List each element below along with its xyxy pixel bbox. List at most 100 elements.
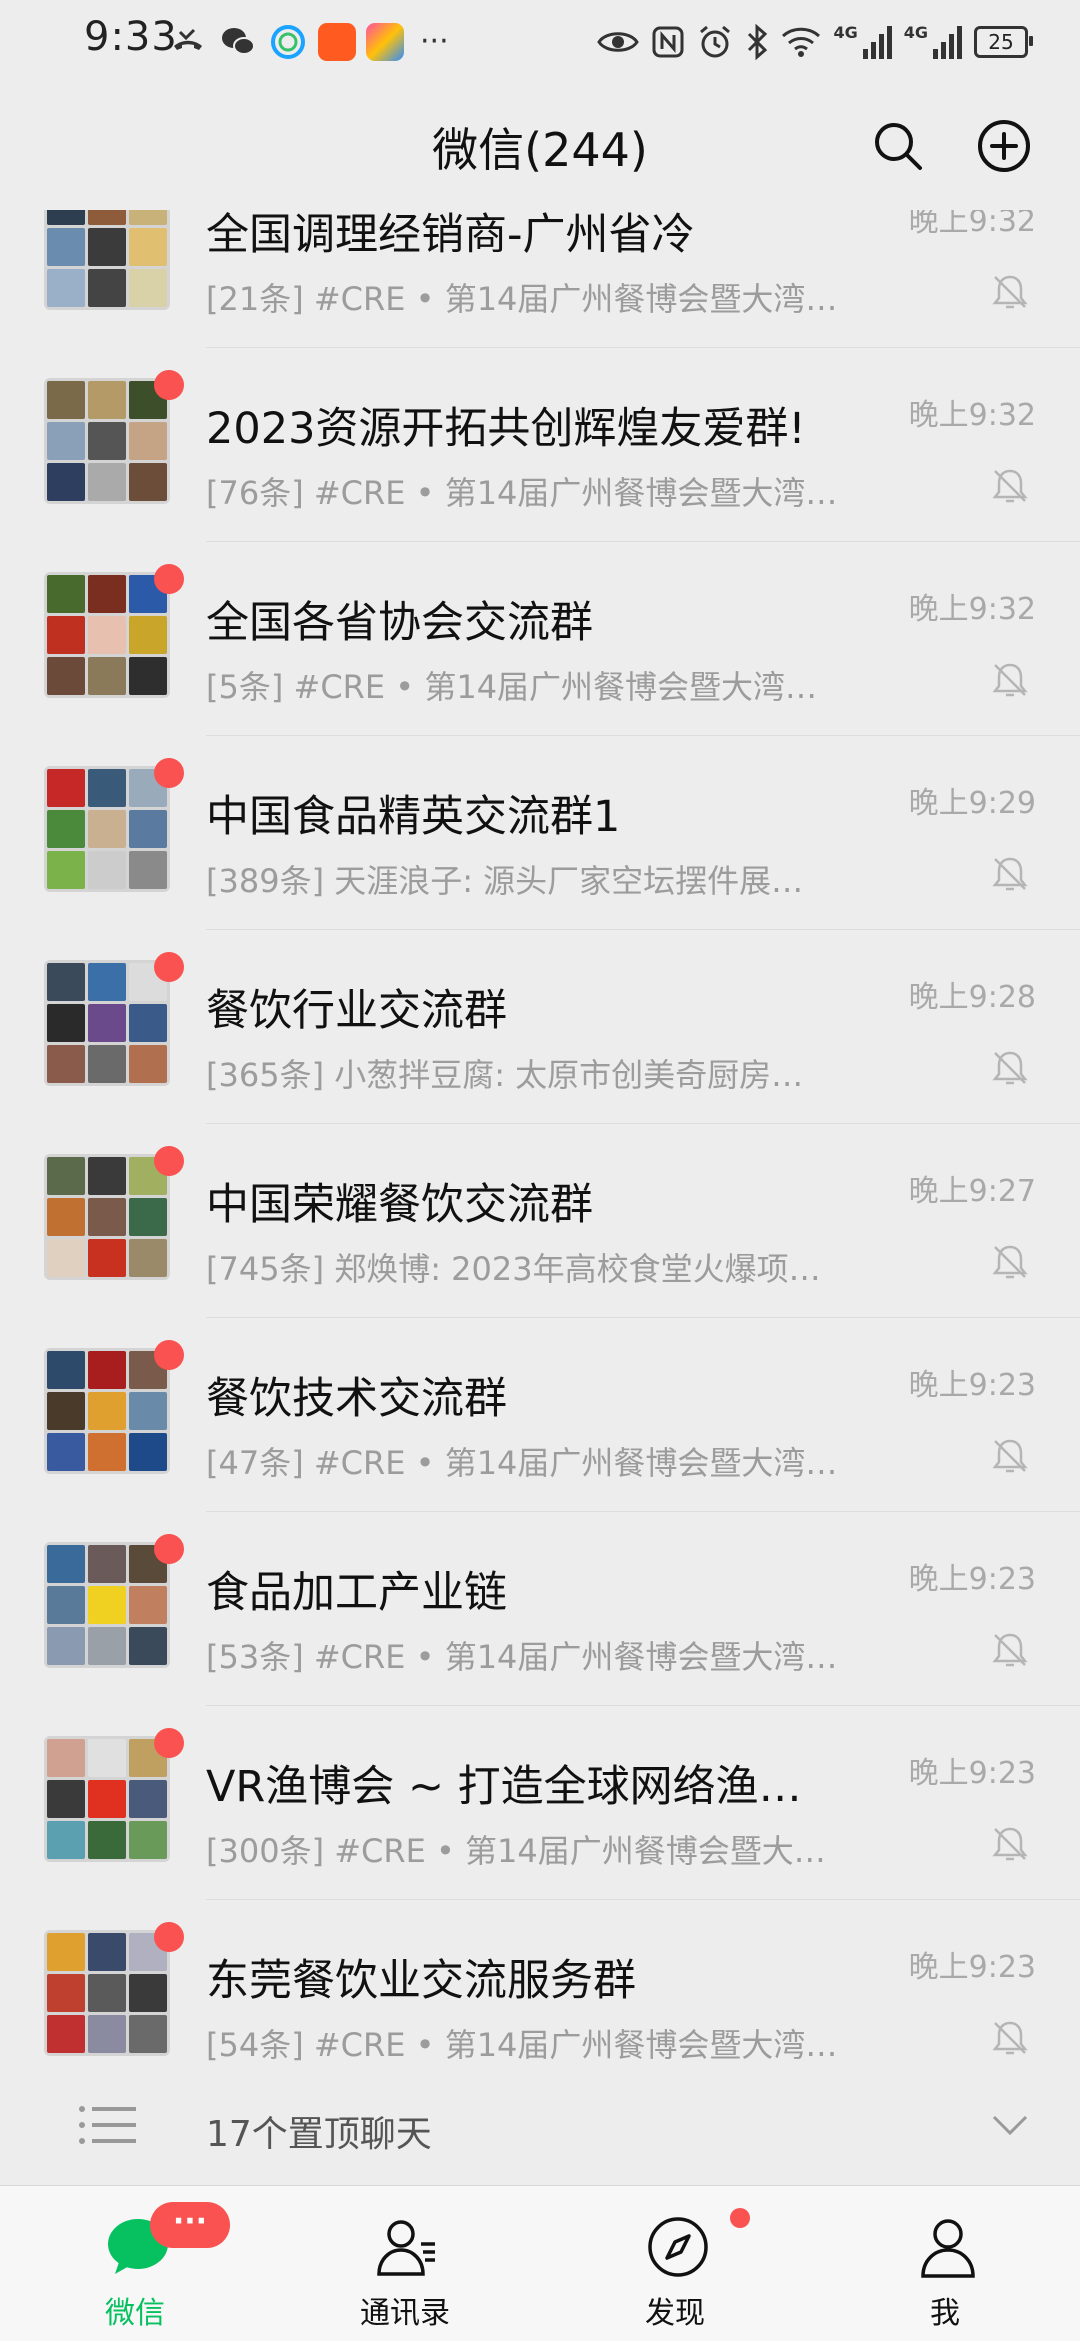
chat-preview: [389条] 天涯浪子: 源头厂家空坛摆件展… <box>206 862 804 900</box>
avatar-tile <box>88 1239 126 1277</box>
pinned-chats-bar[interactable]: 17个置顶聊天 <box>0 2065 1080 2185</box>
contacts-icon <box>377 2220 435 2276</box>
colorful-app-icon <box>366 23 404 61</box>
chat-time: 晚上9:23 <box>908 1368 1036 1403</box>
unread-dot <box>154 1922 184 1952</box>
avatar-tile <box>129 1004 167 1042</box>
avatar-tile <box>129 810 167 848</box>
compass-icon <box>648 2217 708 2277</box>
unread-dot <box>154 952 184 982</box>
mute-bell-icon <box>992 469 1028 503</box>
avatar-tile <box>88 1351 126 1389</box>
avatar-tile <box>47 210 85 225</box>
unread-dot <box>154 564 184 594</box>
more-notifications-icon: ··· <box>420 24 449 59</box>
avatar-tile <box>47 1433 85 1471</box>
chat-preview: [53条] #CRE • 第14届广州餐博会暨大湾… <box>206 1638 838 1676</box>
chat-row[interactable]: VR渔博会 ~ 打造全球网络渔… [300条] #CRE • 第14届广州餐博会暨… <box>0 1706 1080 1900</box>
status-left-icons: ··· <box>168 20 449 64</box>
group-avatar <box>44 1348 170 1474</box>
signal-icon-2 <box>933 26 962 59</box>
avatar-tile <box>47 269 85 307</box>
chat-preview: [5条] #CRE • 第14届广州餐博会暨大湾… <box>206 668 818 706</box>
avatar-tile <box>47 1780 85 1818</box>
mute-bell-icon <box>992 663 1028 697</box>
chat-preview: [365条] 小葱拌豆腐: 太原市创美奇厨房… <box>206 1056 804 1094</box>
group-avatar <box>44 766 170 892</box>
battery-level: 25 <box>988 30 1014 54</box>
group-avatar <box>44 1542 170 1668</box>
search-icon[interactable] <box>870 118 926 174</box>
avatar-tile <box>129 228 167 266</box>
chat-row[interactable]: 中国食品精英交流群1 [389条] 天涯浪子: 源头厂家空坛摆件展… 晚上9:29 <box>0 736 1080 930</box>
chat-row[interactable]: 中国荣耀餐饮交流群 [745条] 郑焕博: 2023年高校食堂火爆项… 晚上9:27 <box>0 1124 1080 1318</box>
tab-me[interactable]: 我 <box>810 2186 1080 2341</box>
group-avatar <box>44 1930 170 2056</box>
avatar-tile <box>88 1045 126 1083</box>
tab-contacts[interactable]: 通讯录 <box>270 2186 540 2341</box>
avatar-tile <box>47 1627 85 1665</box>
chat-time: 晚上9:28 <box>908 980 1036 1015</box>
chat-row[interactable]: 全国调理经销商-广州省冷 [21条] #CRE • 第14届广州餐博会暨大湾… 晚上… <box>0 210 1080 348</box>
wifi-icon <box>782 27 821 57</box>
mute-bell-icon <box>992 275 1028 309</box>
chat-row[interactable]: 东莞餐饮业交流服务群 [54条] #CRE • 第14届广州餐博会暨大湾… 晚上9:… <box>0 1900 1080 2065</box>
group-avatar <box>44 960 170 1086</box>
avatar-tile <box>47 463 85 501</box>
avatar-tile <box>88 810 126 848</box>
avatar-tile <box>47 810 85 848</box>
avatar-tile <box>88 1157 126 1195</box>
battery-icon: 25 <box>974 26 1033 58</box>
status-bar: 9:33 ··· 4G 4G 25 <box>0 0 1080 84</box>
avatar-tile <box>129 1627 167 1665</box>
avatar-tile <box>47 1974 85 2012</box>
avatar-tile <box>129 1239 167 1277</box>
tab-wechat-badge: ··· <box>150 2202 230 2248</box>
avatar-tile <box>129 463 167 501</box>
chat-preview: [300条] #CRE • 第14届广州餐博会暨大… <box>206 1832 826 1870</box>
chat-name: 全国各省协会交流群 <box>206 598 593 648</box>
chat-name: 餐饮行业交流群 <box>206 986 507 1036</box>
chat-name: 食品加工产业链 <box>206 1568 507 1618</box>
avatar-tile <box>47 1239 85 1277</box>
chat-row[interactable]: 餐饮行业交流群 [365条] 小葱拌豆腐: 太原市创美奇厨房… 晚上9:28 <box>0 930 1080 1124</box>
group-avatar <box>44 1736 170 1862</box>
chat-preview: [47条] #CRE • 第14届广州餐博会暨大湾… <box>206 1444 838 1482</box>
avatar-tile <box>47 616 85 654</box>
chat-time: 晚上9:23 <box>908 1950 1036 1985</box>
chat-list[interactable]: 全国调理经销商-广州省冷 [21条] #CRE • 第14届广州餐博会暨大湾… 晚上… <box>0 210 1080 2065</box>
avatar-tile <box>129 1586 167 1624</box>
tab-discover-label: 发现 <box>645 2296 705 2331</box>
avatar-tile <box>129 1198 167 1236</box>
bluetooth-icon <box>748 24 768 60</box>
avatar-tile <box>88 1545 126 1583</box>
tab-wechat[interactable]: ··· 微信 <box>0 2186 270 2341</box>
chat-preview: [21条] #CRE • 第14届广州餐博会暨大湾… <box>206 280 838 318</box>
tab-discover[interactable]: 发现 <box>540 2186 810 2341</box>
chevron-down-icon[interactable] <box>990 2109 1030 2139</box>
avatar-tile <box>47 228 85 266</box>
chat-row[interactable]: 全国各省协会交流群 [5条] #CRE • 第14届广州餐博会暨大湾… 晚上9:32 <box>0 542 1080 736</box>
chat-row[interactable]: 食品加工产业链 [53条] #CRE • 第14届广州餐博会暨大湾… 晚上9:23 <box>0 1512 1080 1706</box>
missed-call-icon <box>174 28 202 50</box>
chat-name: 餐饮技术交流群 <box>206 1374 507 1424</box>
chat-row[interactable]: 2023资源开拓共创辉煌友爱群! [76条] #CRE • 第14届广州餐博会暨大… <box>0 348 1080 542</box>
unread-dot <box>154 370 184 400</box>
chat-time: 晚上9:32 <box>908 592 1036 627</box>
alarm-icon <box>700 25 731 58</box>
signal-type-1: 4G <box>833 22 858 42</box>
avatar-tile <box>88 575 126 613</box>
group-avatar <box>44 1154 170 1280</box>
avatar-tile <box>88 269 126 307</box>
status-time: 9:33 <box>84 14 178 60</box>
chat-row[interactable]: 餐饮技术交流群 [47条] #CRE • 第14届广州餐博会暨大湾… 晚上9:23 <box>0 1318 1080 1512</box>
unread-dot <box>154 758 184 788</box>
avatar-tile <box>47 1045 85 1083</box>
tab-wechat-label: 微信 <box>105 2296 165 2331</box>
pinned-chats-label: 17个置顶聊天 <box>206 2114 432 2155</box>
chat-time: 晚上9:32 <box>908 210 1036 239</box>
avatar-tile <box>47 1351 85 1389</box>
avatar-tile <box>88 422 126 460</box>
avatar-tile <box>47 422 85 460</box>
add-icon[interactable] <box>976 118 1032 174</box>
